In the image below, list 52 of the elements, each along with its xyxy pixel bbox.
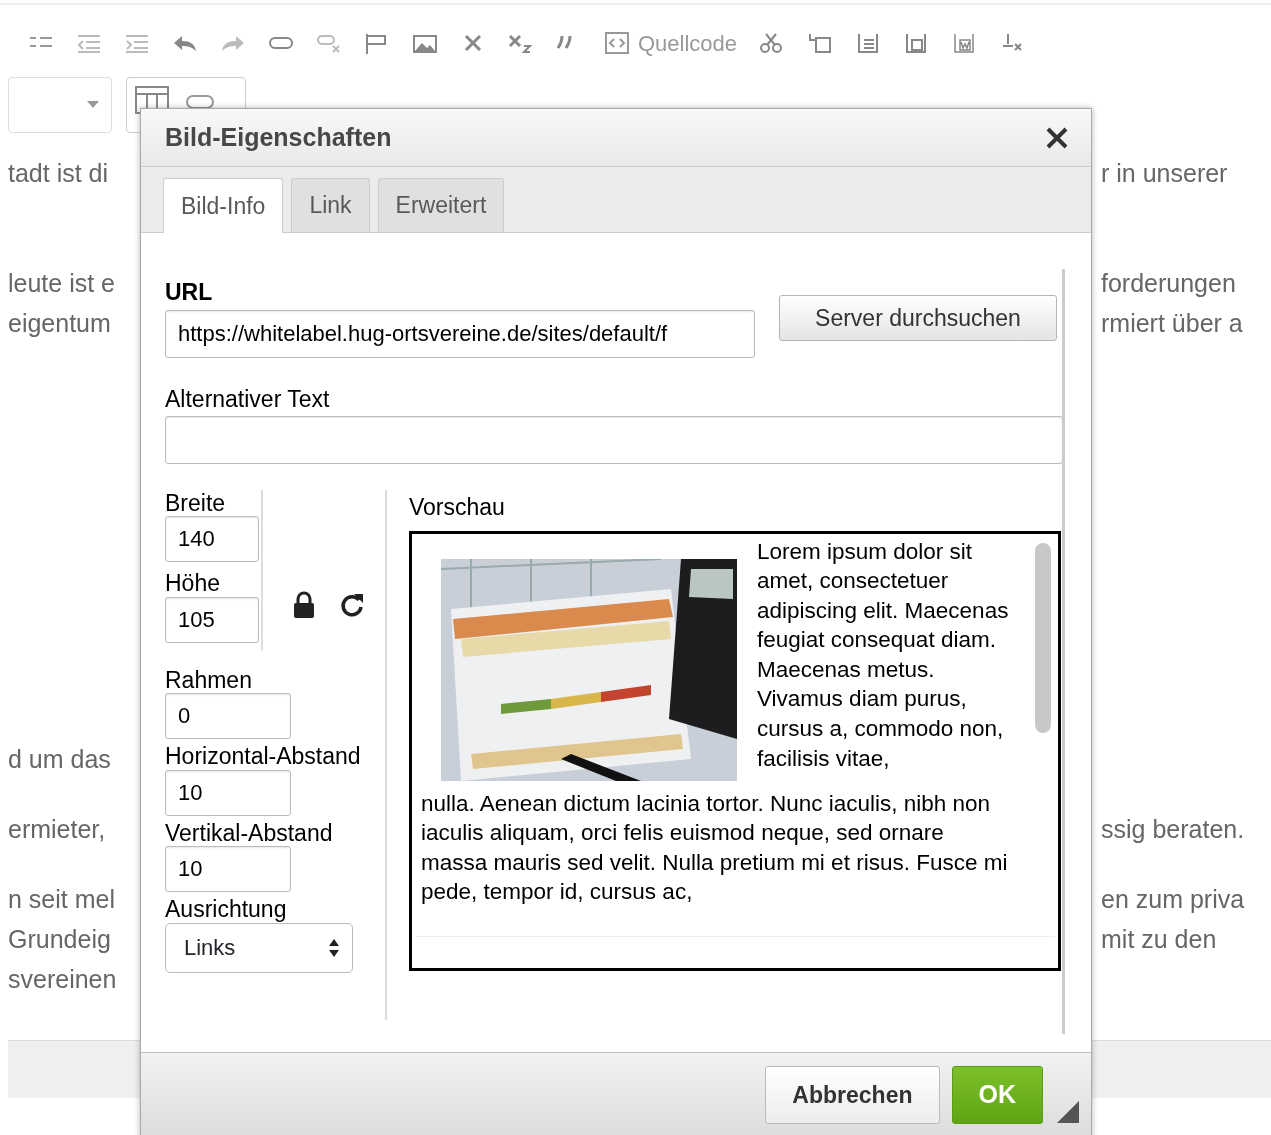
image-icon[interactable] <box>412 32 438 54</box>
caret-icon <box>87 101 99 109</box>
page-text: ssig beraten. <box>1101 814 1246 845</box>
lock-icon[interactable] <box>291 591 317 620</box>
width-field[interactable]: 140 <box>165 516 259 563</box>
page-text: tadt ist di <box>8 158 109 189</box>
field-label: Höhe <box>165 570 221 597</box>
field-label: Rahmen <box>165 666 253 694</box>
page-text: d um das <box>8 744 111 775</box>
preview-text: nulla. Aenean dictum lacinia tortor. Nunc iaculis, nibh non iaculis aliquam, orci felis euismod neque, sed ornare massa mauris sed velit. Nulla pretium mi et risus. Fusce mi pede, tempor id, cursus ac, <box>421 789 1009 907</box>
page-text: rmiert über a <box>1101 308 1244 339</box>
page-text: mit zu den <box>1101 924 1218 955</box>
height-field[interactable]: 105 <box>165 596 259 643</box>
preview-text: Lorem ipsum dolor sit amet, consectetuer adipiscing elit. Maecenas feugiat consequat diam. Maecenas metus. Vivamus diam purus, cursus a, commodo non, facilisis vitae, <box>757 537 1010 773</box>
indent-icon[interactable] <box>124 32 150 54</box>
page-text: ermieter, <box>8 814 106 845</box>
horizontal-spacing-field[interactable]: 10 <box>165 769 291 816</box>
page-text: n seit mel <box>8 884 115 915</box>
tab[interactable]: Link <box>291 178 370 232</box>
cancel-button[interactable]: Abbrechen <box>765 1066 940 1124</box>
unlink-icon[interactable] <box>316 32 342 54</box>
field-label: Ausrichtung <box>165 896 288 923</box>
alt-text-field[interactable] <box>165 416 1063 464</box>
page-text: forderungen <box>1101 268 1237 299</box>
subscript-icon[interactable] <box>508 32 534 54</box>
alignment-select[interactable]: Links <box>165 922 353 973</box>
page-text: en zum priva <box>1101 884 1246 915</box>
outdent-icon[interactable] <box>76 32 102 54</box>
border-field[interactable]: 0 <box>165 693 291 740</box>
page-text: r in unserer <box>1101 158 1229 189</box>
code-icon <box>604 32 630 54</box>
dialog-title: Bild-Eigenschaften <box>165 121 392 153</box>
url-field[interactable]: https://whitelabel.hug-ortsvereine.de/sites/default/f <box>165 309 755 358</box>
vertical-spacing-field[interactable]: 10 <box>165 846 291 893</box>
tab[interactable]: Bild-Info <box>163 178 284 233</box>
field-label: Alternativer Text <box>165 384 331 414</box>
field-label: URL <box>165 278 214 307</box>
page-text: leute ist e <box>8 268 115 299</box>
reset-icon[interactable] <box>339 591 365 620</box>
scrollbar-thumb[interactable] <box>1035 542 1051 733</box>
resize-grip-icon[interactable] <box>1057 1101 1079 1123</box>
tab[interactable]: Erweitert <box>377 178 505 232</box>
page-text: eigentum <box>8 308 111 339</box>
field-label: Breite <box>165 490 227 517</box>
browse-server-button[interactable]: Server durchsuchen <box>779 295 1057 341</box>
field-label: Vertikal-Abstand <box>165 819 334 847</box>
preview-label: Vorschau <box>409 493 506 522</box>
close-icon[interactable] <box>1045 125 1069 150</box>
field-label: Horizontal-Abstand <box>165 743 362 770</box>
page-text: Grundeig <box>8 924 111 955</box>
copy-icon[interactable] <box>807 32 834 54</box>
page-text: svereinen <box>8 964 117 995</box>
